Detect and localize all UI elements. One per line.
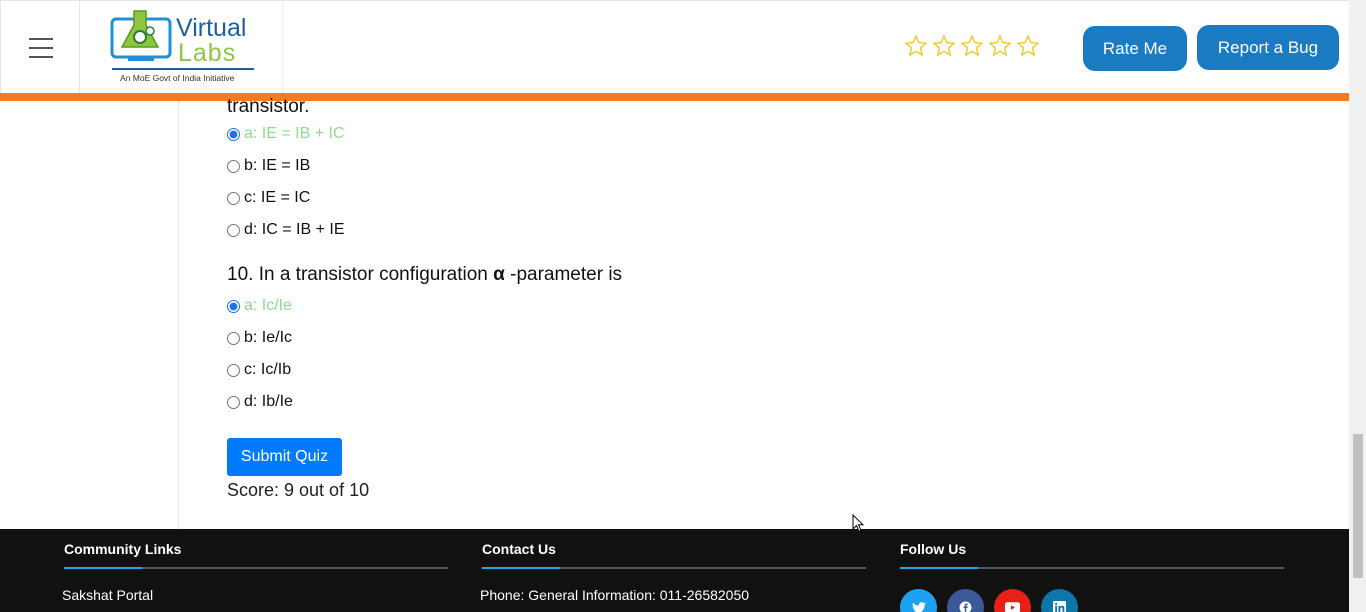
q9-option-label: c: IE = IC [244,189,311,206]
q9-radio-b[interactable] [227,159,240,173]
star-icon[interactable] [904,34,928,58]
footer-rule [482,567,866,569]
logo-divider [112,68,254,70]
q10-option-label: b: Ie/Ic [244,329,293,346]
footer-rule [900,567,1284,569]
q9-option-a[interactable]: a: IE = IB + IC [227,118,1327,150]
footer-rule [64,567,448,569]
footer-community: Community Links Sakshat Portal [62,541,448,603]
footer-contact-title: Contact Us [482,541,556,557]
scrollbar-thumb[interactable] [1353,434,1363,578]
sidebar-divider [178,101,179,529]
q10-radio-c[interactable] [227,363,240,377]
hamburger-menu-icon[interactable] [29,38,53,58]
footer-community-title: Community Links [64,541,182,557]
footer-follow: Follow Us [900,541,1284,612]
q9-radio-c[interactable] [227,191,240,205]
twitter-icon[interactable] [900,589,937,612]
q10-radio-b[interactable] [227,331,240,345]
facebook-icon[interactable] [947,589,984,612]
q10-option-a[interactable]: a: Ic/Ie [227,290,1327,322]
q10-option-b[interactable]: b: Ie/Ic [227,322,1327,354]
youtube-icon[interactable] [994,589,1031,612]
logo-tagline: An MoE Govt of India Initiative [120,73,235,83]
report-bug-button[interactable]: Report a Bug [1197,25,1339,70]
question-10-prefix: 10. In a transistor configuration [227,264,494,285]
q9-option-label: a: IE = IB + IC [244,125,345,142]
q9-radio-a[interactable] [227,127,240,141]
rate-me-button[interactable]: Rate Me [1083,26,1187,71]
q9-option-c[interactable]: c: IE = IC [227,182,1327,214]
q10-radio-a[interactable] [227,299,240,313]
q9-option-b[interactable]: b: IE = IB [227,150,1327,182]
quiz-score: Score: 9 out of 10 [227,480,370,500]
social-links [900,589,1284,612]
site-footer: Community Links Sakshat Portal Contact U… [0,529,1349,612]
q10-option-label: a: Ic/Ie [244,297,293,314]
footer-phone: Phone: General Information: 011-26582050 [480,587,750,603]
submit-quiz-button[interactable]: Submit Quiz [227,438,342,476]
q10-option-d[interactable]: d: Ib/Ie [227,386,1327,418]
q9-option-label: d: IC = IB + IE [244,221,345,238]
q9-option-d[interactable]: d: IC = IB + IE [227,214,1327,246]
star-rating [904,34,1040,58]
alpha-symbol: α [493,264,505,285]
linkedin-icon[interactable] [1041,589,1078,612]
question-9-options: a: IE = IB + IC b: IE = IB c: IE = IC d: IC… [227,118,1327,246]
mouse-cursor-icon [852,514,864,533]
footer-follow-title: Follow Us [900,541,967,557]
star-icon[interactable] [988,34,1012,58]
logo[interactable]: Virtual Labs An MoE Govt of India Initia… [80,1,283,94]
logo-text-labs: Labs [178,39,237,67]
q9-option-label: b: IE = IB [244,157,311,174]
question-9-tail: transistor. [227,96,310,117]
flask-logo-icon [110,10,172,61]
star-icon[interactable] [932,34,956,58]
quiz-content: transistor. a: IE = IB + IC b: IE = IB c: … [227,96,1327,418]
q10-option-label: d: Ib/Ie [244,393,293,410]
page-scrollbar[interactable] [1349,0,1366,612]
q10-option-label: c: Ic/Ib [244,361,292,378]
footer-link-sakshat[interactable]: Sakshat Portal [62,587,448,603]
star-icon[interactable] [1016,34,1040,58]
footer-contact: Contact Us Phone: General Information: 0… [480,541,866,603]
q10-option-c[interactable]: c: Ic/Ib [227,354,1327,386]
question-10-suffix: -parameter is [504,264,623,285]
site-header: Virtual Labs An MoE Govt of India Initia… [0,0,1349,94]
question-10-text: 10. In a transistor configuration α -par… [227,260,1327,290]
q9-radio-d[interactable] [227,223,240,237]
question-10-options: a: Ic/Ie b: Ie/Ic c: Ic/Ib d: Ib/Ie [227,290,1327,418]
q10-radio-d[interactable] [227,395,240,409]
star-icon[interactable] [960,34,984,58]
menu-container [0,1,80,94]
